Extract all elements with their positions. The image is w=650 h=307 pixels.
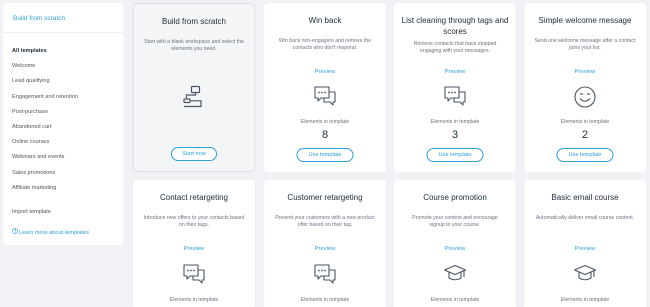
- workflow-icon: [182, 85, 206, 109]
- scratch-card[interactable]: Build from scratch Start with a blank wo…: [133, 3, 255, 172]
- template-card-simple-welcome-message: Simple welcome message Send one welcome …: [524, 3, 646, 172]
- card-title: Course promotion: [423, 193, 487, 202]
- elements-label: Elements in template: [300, 119, 350, 125]
- card-title: Customer retargeting: [287, 193, 363, 202]
- preview-link[interactable]: Preview: [394, 69, 516, 75]
- preview-link[interactable]: Preview: [264, 246, 386, 252]
- smiley-icon: [573, 85, 597, 109]
- sidebar: Build from scratch All templates Welcome…: [3, 3, 123, 245]
- use-template-button[interactable]: Use template: [296, 148, 354, 162]
- chat-bubbles-icon: [313, 262, 337, 286]
- learn-more-link[interactable]: Learn more about templates: [12, 228, 89, 236]
- sidebar-item-abandoned-cart[interactable]: Abandoned cart: [3, 120, 123, 135]
- sidebar-item-engagement-and-retention[interactable]: Engagement and retention: [3, 90, 123, 105]
- chat-bubbles-icon: [443, 84, 467, 108]
- sidebar-item-post-purchase[interactable]: Post-purchase: [3, 105, 123, 120]
- card-description: Start with a blank workspace and select …: [144, 39, 244, 53]
- elements-label: Elements in template: [169, 297, 219, 303]
- card-title: Simple welcome message: [538, 16, 632, 25]
- template-card-basic-email-course: Basic email course Automatically deliver…: [524, 180, 646, 307]
- elements-count: 8: [321, 129, 329, 141]
- chat-bubbles-icon: [313, 84, 337, 108]
- card-title: Contact retargeting: [159, 193, 229, 202]
- preview-link[interactable]: Preview: [133, 246, 255, 252]
- sidebar-item-sales-promotions[interactable]: Sales promotions: [3, 166, 123, 181]
- chat-bubbles-icon: [182, 262, 206, 286]
- preview-link[interactable]: Preview: [524, 69, 646, 75]
- sidebar-item-lead-qualifying[interactable]: Lead qualifying: [3, 74, 123, 89]
- sidebar-item-webinars-and-events[interactable]: Webinars and events: [3, 150, 123, 165]
- template-card-customer-retargeting: Customer retargeting Present your custom…: [264, 180, 386, 307]
- elements-label: Elements in template: [300, 297, 350, 303]
- sidebar-header: Build from scratch: [3, 3, 123, 33]
- card-description: Introduce new offers to your contacts ba…: [143, 215, 245, 229]
- card-description: Win back non-engagers and remove the con…: [278, 38, 372, 52]
- import-template-link[interactable]: Import template: [12, 209, 51, 215]
- elements-count: 3: [451, 129, 459, 141]
- card-description: Remove contacts that have stopped engagi…: [413, 41, 497, 55]
- use-template-button[interactable]: Use template: [426, 148, 484, 162]
- sidebar-item-all-templates[interactable]: All templates: [3, 44, 123, 59]
- card-title: Basic email course: [551, 193, 619, 202]
- start-now-button[interactable]: Start now: [171, 147, 217, 161]
- build-from-scratch-link[interactable]: Build from scratch: [13, 15, 65, 22]
- category-list: All templates Welcome Lead qualifying En…: [3, 44, 123, 196]
- card-title: Build from scratch: [161, 17, 227, 26]
- card-title: Win back: [308, 16, 342, 25]
- graduation-cap-icon: [573, 262, 597, 286]
- elements-count: 2: [581, 129, 589, 141]
- card-description: Automatically deliver email course conte…: [535, 215, 635, 221]
- template-card-course-promotion: Course promotion Promote your content an…: [394, 180, 516, 307]
- elements-label: Elements in template: [560, 119, 610, 125]
- sidebar-item-affiliate-marketing[interactable]: Affiliate marketing: [3, 181, 123, 196]
- template-card-list-cleaning: List cleaning through tags and scores Re…: [394, 3, 516, 172]
- learn-more-label: Learn more about templates: [19, 230, 89, 236]
- card-description: Present your customers with a new produc…: [275, 215, 375, 229]
- preview-link[interactable]: Preview: [394, 246, 516, 252]
- graduation-cap-icon: [443, 262, 467, 286]
- use-template-button[interactable]: Use template: [556, 148, 614, 162]
- sidebar-item-online-courses[interactable]: Online courses: [3, 135, 123, 150]
- template-card-contact-retargeting: Contact retargeting Introduce new offers…: [133, 180, 255, 307]
- card-description: Promote your content and encourage signu…: [412, 215, 498, 229]
- question-circle-icon: [12, 228, 18, 236]
- template-card-win-back: Win back Win back non-engagers and remov…: [264, 3, 386, 172]
- elements-label: Elements in template: [430, 119, 480, 125]
- elements-label: Elements in template: [430, 297, 480, 303]
- preview-link[interactable]: Preview: [264, 69, 386, 75]
- card-description: Send one welcome message after a contact…: [534, 38, 636, 52]
- preview-link[interactable]: Preview: [524, 246, 646, 252]
- sidebar-item-welcome[interactable]: Welcome: [3, 59, 123, 74]
- card-title: List cleaning through tags and scores: [401, 16, 509, 36]
- elements-label: Elements in template: [560, 297, 610, 303]
